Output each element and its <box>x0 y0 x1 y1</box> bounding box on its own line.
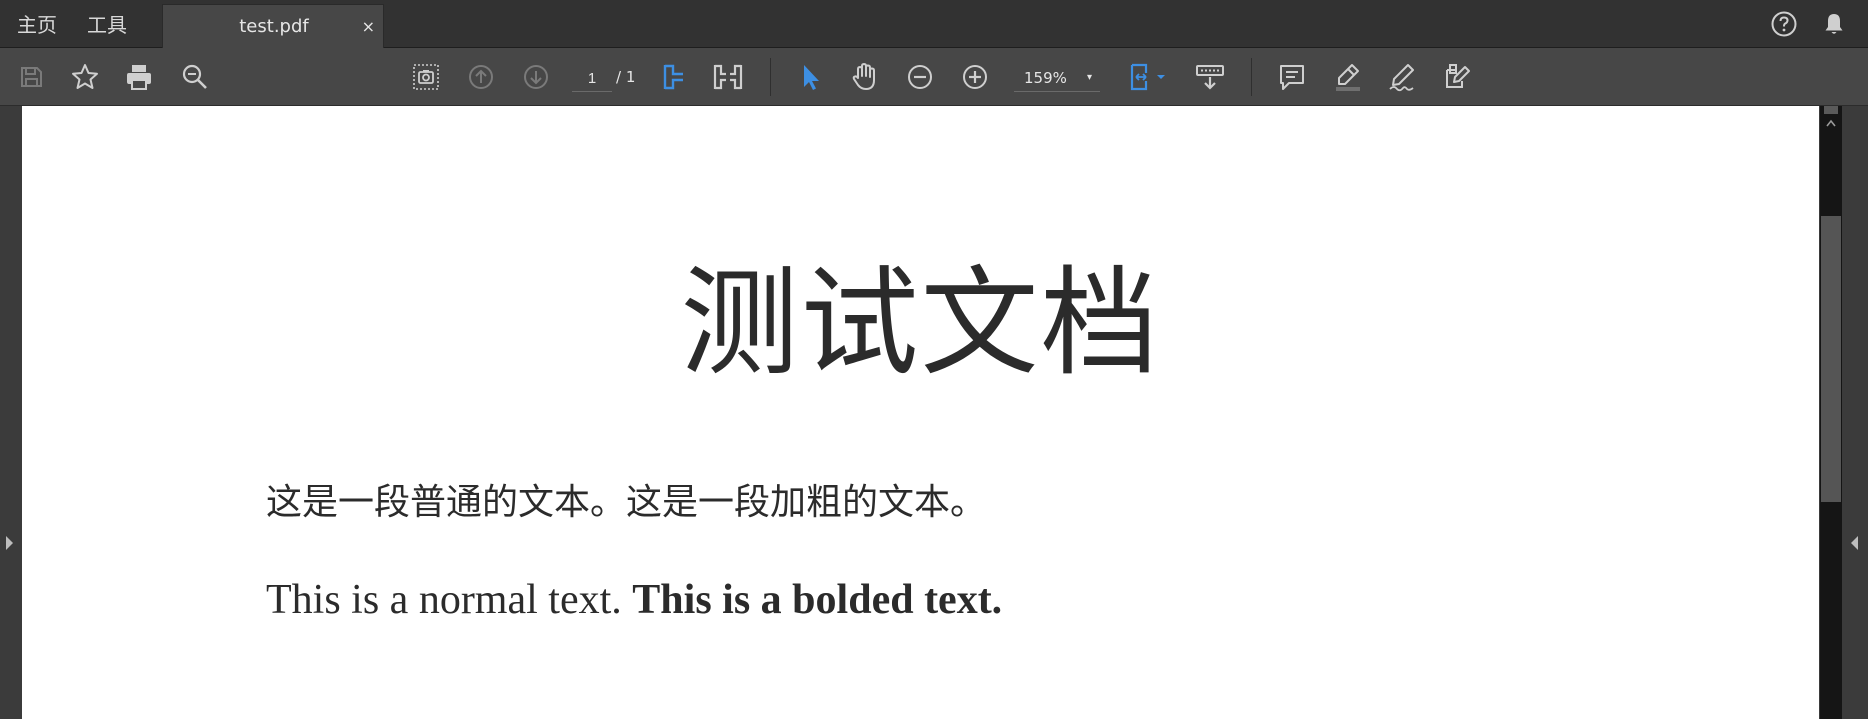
chevron-up-icon <box>1826 119 1836 127</box>
zoom-level-dropdown[interactable]: 159% ▾ <box>1014 65 1100 92</box>
page-number-input[interactable] <box>572 65 612 92</box>
page-total: / 1 <box>616 68 636 86</box>
document-title: 测试文档 <box>680 254 1161 392</box>
toolbar: / 1 15 <box>0 48 1868 106</box>
select-pointer-icon[interactable] <box>793 60 827 94</box>
bold-text: This is a bolded text. <box>632 577 1003 623</box>
left-panel-toggle[interactable] <box>0 106 21 719</box>
pdf-page: 测试文档 这是一段普通的文本。这是一段加粗的文本。 This is a norm… <box>22 106 1819 719</box>
chevron-down-icon: ▾ <box>1086 72 1092 83</box>
hand-tool-icon[interactable] <box>848 60 882 94</box>
previous-page-icon[interactable] <box>464 60 498 94</box>
comment-icon[interactable] <box>1275 60 1309 94</box>
document-tab[interactable]: test.pdf × <box>162 4 384 48</box>
fit-width-icon[interactable] <box>657 60 691 94</box>
snapshot-icon[interactable] <box>409 60 443 94</box>
toolbar-divider <box>1251 58 1252 96</box>
close-tab-button[interactable]: × <box>362 5 375 49</box>
scrollbar-thumb[interactable] <box>1821 216 1841 502</box>
chinese-paragraph: 这是一段普通的文本。这是一段加粗的文本。 <box>266 482 987 523</box>
nav-tab-tools[interactable]: 工具 <box>87 0 127 48</box>
scrollbar-cap <box>1824 106 1838 114</box>
expand-left-arrow-icon <box>1851 536 1858 550</box>
document-viewer: 测试文档 这是一段普通的文本。这是一段加粗的文本。 This is a norm… <box>0 106 1868 719</box>
toolbar-divider <box>770 58 771 96</box>
tab-bar: 主页 工具 test.pdf × <box>0 0 1868 48</box>
notification-bell-icon[interactable] <box>1820 10 1848 38</box>
scroll-up-button[interactable] <box>1820 106 1842 130</box>
right-panel-toggle[interactable] <box>1842 106 1868 719</box>
page-fit-icon[interactable] <box>1126 60 1172 94</box>
zoom-in-icon[interactable] <box>958 60 992 94</box>
expand-right-arrow-icon <box>6 536 13 550</box>
save-icon[interactable] <box>14 60 48 94</box>
english-paragraph: This is a normal text. This is a bolded … <box>266 576 1002 624</box>
fill-sign-icon[interactable] <box>1440 60 1474 94</box>
zoom-out-icon[interactable] <box>903 60 937 94</box>
two-page-icon[interactable] <box>711 60 745 94</box>
document-tab-title: test.pdf <box>239 16 309 37</box>
search-zoom-icon[interactable] <box>178 60 212 94</box>
read-mode-icon[interactable] <box>1193 60 1227 94</box>
highlight-icon[interactable] <box>1330 60 1364 94</box>
print-icon[interactable] <box>122 60 156 94</box>
help-icon[interactable] <box>1770 10 1798 38</box>
vertical-scrollbar[interactable] <box>1820 106 1842 719</box>
bookmark-star-icon[interactable] <box>68 60 102 94</box>
zoom-level-value: 159% <box>1024 69 1067 87</box>
sign-icon[interactable] <box>1385 60 1419 94</box>
next-page-icon[interactable] <box>519 60 553 94</box>
normal-text: This is a normal text. <box>266 577 622 623</box>
nav-tab-home[interactable]: 主页 <box>17 0 57 48</box>
